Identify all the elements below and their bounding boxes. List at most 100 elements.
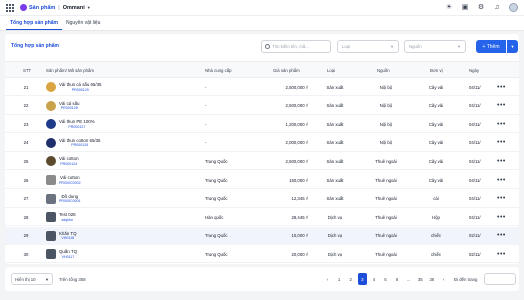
row-source: Thuê ngoài [375, 233, 397, 239]
row-supplier: Trung Quốc [205, 233, 228, 239]
chevron-down-icon[interactable]: ▼ [87, 5, 91, 10]
product-code[interactable]: PR000C0001 [59, 199, 81, 203]
table-row[interactable]: 27 Đồ dung PR000C0001 Trung Quốc 12,345 ₫ Sản… [5, 189, 519, 208]
add-dropdown-button[interactable]: ▼ [507, 40, 518, 53]
chevron-down-icon: ▼ [457, 44, 461, 49]
page-button[interactable]: 6 [393, 273, 402, 285]
product-code[interactable]: PR000127 [68, 125, 85, 129]
row-source: Thuê ngoài [375, 196, 397, 202]
page-button[interactable]: 3 [357, 273, 367, 285]
table-row[interactable]: 22 Vải cá sấu PR000128 - 2,500,000 ₫ Sản xuất… [5, 96, 519, 115]
shop-icon[interactable]: ▣ [461, 4, 469, 12]
page-ellipsis: ... [406, 276, 411, 282]
more-actions-icon[interactable]: ••• [497, 245, 506, 263]
row-supplier: Trung Quốc [205, 196, 228, 202]
table-row[interactable]: 26 Vải cotton PR000C0002 Trung Quốc 150,000 … [5, 171, 519, 189]
table-row[interactable]: 30 Quần TQ VH0117 Trung Quốc 20,000 ₫ Dịch vụ… [5, 245, 519, 264]
product-code[interactable]: sdqkhe [62, 218, 74, 222]
chevron-down-icon: ▼ [390, 44, 394, 49]
more-actions-icon[interactable]: ••• [497, 227, 506, 245]
table-row[interactable]: 28 Test 028 sdqkhe Hàn quốc 28,445 ₫ Dịch vụ T… [5, 208, 519, 227]
product-thumbnail [46, 156, 56, 167]
row-date: 04/11/ [469, 103, 481, 109]
more-actions-icon[interactable]: ••• [497, 115, 506, 133]
product-cell[interactable]: Vải thun cá sấu 65/35 PR000129 [59, 78, 101, 96]
next-page-button[interactable]: › [439, 273, 448, 285]
col-date: Ngày [469, 68, 480, 73]
row-supplier: - [205, 140, 207, 146]
more-actions-icon[interactable]: ••• [497, 97, 506, 115]
panel-title: Tổng hợp sản phẩm [11, 43, 59, 49]
page-button[interactable]: 5 [381, 273, 390, 285]
row-date: 04/11/ [469, 177, 481, 183]
row-unit: Hộp [432, 214, 440, 220]
table-row[interactable]: 24 Vải thun cotton 65/35 PR000126 - 2,000,00… [5, 133, 519, 152]
product-cell[interactable]: Đồ dung PR000C0001 [59, 190, 81, 208]
page-button[interactable]: 4 [369, 273, 378, 285]
product-thumbnail [46, 82, 56, 92]
more-actions-icon[interactable]: ••• [497, 190, 506, 208]
row-type: Sản xuất [326, 158, 344, 164]
more-actions-icon[interactable]: ••• [497, 171, 506, 189]
row-source: Thuê ngoài [375, 177, 397, 183]
table-row[interactable]: 25 Vải cotton PR000124 Trung Quốc 2,500,000 … [5, 152, 519, 171]
product-code[interactable]: PR000124 [60, 162, 77, 166]
product-code[interactable]: PR000129 [72, 88, 89, 92]
chevron-down-icon: ▼ [45, 276, 49, 282]
workspace-selector[interactable]: Ommani [63, 5, 85, 11]
product-code[interactable]: VH0118 [61, 236, 74, 240]
page-button[interactable]: 36 [427, 273, 436, 285]
product-cell[interactable]: Vải thun PE 100% PR000127 [59, 115, 95, 133]
search-input[interactable]: Tìm kiếm tên, mã... [261, 40, 331, 53]
row-date: 02/11/ [469, 251, 481, 257]
more-actions-icon[interactable]: ••• [497, 78, 506, 96]
row-source: Nội bộ [379, 121, 393, 127]
page-size-select[interactable]: Hiển thị 10 ▼ [11, 273, 53, 285]
sun-icon[interactable]: ☀ [445, 4, 453, 12]
add-button[interactable]: + Thêm [476, 40, 506, 53]
row-price: 2,500,000 ₫ [285, 158, 308, 164]
more-actions-icon[interactable]: ••• [497, 134, 506, 152]
page-button[interactable]: 2 [346, 273, 355, 285]
row-stt: 30 [23, 251, 29, 257]
bell-icon[interactable]: ♫ [493, 4, 501, 12]
table-row[interactable]: 29 Khăn TQ VH0118 Trung Quốc 10,000 ₫ Dịch vụ… [5, 226, 519, 245]
type-filter-select[interactable]: Loại ▼ [337, 40, 399, 53]
page-button[interactable]: 1 [335, 273, 344, 285]
product-cell[interactable]: Vải thun cotton 65/35 PR000126 [59, 134, 101, 152]
row-supplier: - [205, 84, 207, 90]
page-button[interactable]: 35 [416, 273, 425, 285]
brand-separator: | [58, 4, 60, 11]
product-code[interactable]: PR000128 [61, 106, 78, 110]
apps-grid-icon[interactable] [6, 3, 14, 12]
product-thumbnail [46, 249, 56, 260]
product-cell[interactable]: Vải cá sấu PR000128 [59, 97, 80, 115]
settings-icon[interactable]: ⚙ [477, 4, 485, 12]
product-cell[interactable]: Test 028 sdqkhe [59, 208, 76, 226]
goto-page-input[interactable] [484, 273, 516, 285]
prev-page-button[interactable]: ‹ [323, 273, 332, 285]
row-type: Dịch vụ [327, 233, 343, 239]
table-row[interactable]: 23 Vải thun PE 100% PR000127 - 1,200,000 ₫ Sả… [5, 115, 519, 134]
product-thumbnail [46, 175, 56, 185]
page-size-label: Hiển thị 10 [15, 276, 36, 282]
row-price: 28,445 ₫ [291, 214, 308, 220]
more-actions-icon[interactable]: ••• [497, 208, 506, 226]
product-code[interactable]: PR000C0002 [59, 181, 81, 185]
row-supplier: Hàn quốc [205, 214, 224, 220]
brand[interactable]: Sản phẩm [20, 4, 55, 11]
product-cell[interactable]: Khăn TQ VH0118 [59, 227, 77, 245]
product-code[interactable]: VH0117 [62, 255, 75, 259]
tab-product-summary[interactable]: Tổng hợp sản phẩm [6, 16, 62, 30]
product-thumbnail [46, 100, 56, 111]
more-actions-icon[interactable]: ••• [497, 152, 506, 170]
tab-raw-materials[interactable]: Nguyên vật liệu [62, 16, 104, 30]
product-cell[interactable]: Quần TQ VH0117 [59, 245, 77, 263]
table-row[interactable]: 21 Vải thun cá sấu 65/35 PR000129 - 2,500,00… [5, 78, 519, 96]
source-filter-select[interactable]: Nguồn ▼ [404, 40, 466, 53]
product-cell[interactable]: Vải cotton PR000124 [59, 152, 79, 170]
product-cell[interactable]: Vải cotton PR000C0002 [59, 171, 81, 189]
product-code[interactable]: PR000126 [71, 143, 88, 147]
row-price: 10,000 ₫ [291, 233, 308, 239]
avatar[interactable] [509, 3, 518, 12]
